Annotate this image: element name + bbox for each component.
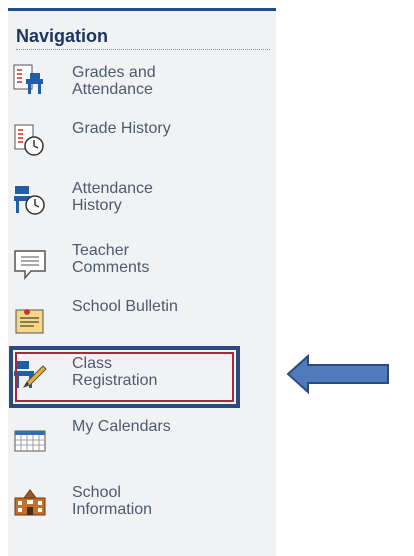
attendance-history-icon [14, 186, 45, 215]
nav-label-attendance-history: Attendance History [72, 180, 262, 214]
navigation-panel: Navigation Grades and Attendance Grade H… [8, 8, 276, 556]
school-building-icon [14, 489, 46, 516]
nav-label-line: Attendance [72, 81, 153, 98]
nav-label-my-calendars: My Calendars [72, 418, 262, 435]
bulletin-icon [15, 309, 44, 334]
nav-label-line: Teacher [72, 242, 129, 259]
nav-label-school-information: School Information [72, 484, 262, 518]
nav-item-teacher-comments[interactable]: Teacher Comments [8, 240, 276, 286]
nav-label-school-bulletin: School Bulletin [72, 298, 262, 315]
highlight-box [9, 346, 240, 408]
nav-item-attendance-history[interactable]: Attendance History [8, 178, 276, 224]
navigation-title: Navigation [16, 26, 109, 46]
nav-label-line: History [72, 197, 122, 214]
speech-bubble-icon [14, 250, 46, 281]
nav-label-teacher-comments: Teacher Comments [72, 242, 262, 276]
navigation-divider [16, 49, 270, 50]
nav-item-grade-history[interactable]: Grade History [8, 118, 276, 164]
grades-attendance-icon [13, 64, 43, 94]
nav-item-school-information[interactable]: School Information [8, 480, 276, 526]
nav-label-grade-history: Grade History [72, 120, 262, 137]
nav-label-line: My Calendars [72, 418, 171, 435]
nav-item-my-calendars[interactable]: My Calendars [8, 416, 276, 462]
nav-item-grades-attendance[interactable]: Grades and Attendance [8, 60, 276, 106]
nav-label-grades-attendance: Grades and Attendance [72, 64, 262, 98]
nav-label-line: Attendance [72, 180, 153, 197]
nav-label-line: Grades and [72, 64, 156, 81]
navigation-top-bar [8, 8, 276, 11]
highlight-inner-border [15, 352, 234, 402]
nav-label-line: School Bulletin [72, 298, 178, 315]
left-arrow-icon [286, 354, 389, 394]
nav-label-line: Information [72, 501, 153, 518]
nav-label-line: School [72, 484, 121, 501]
calendar-icon [14, 430, 46, 452]
nav-item-school-bulletin[interactable]: School Bulletin [8, 296, 276, 342]
grade-history-icon [14, 124, 44, 156]
nav-label-line: Grade History [72, 120, 171, 137]
nav-label-line: Comments [72, 259, 150, 276]
